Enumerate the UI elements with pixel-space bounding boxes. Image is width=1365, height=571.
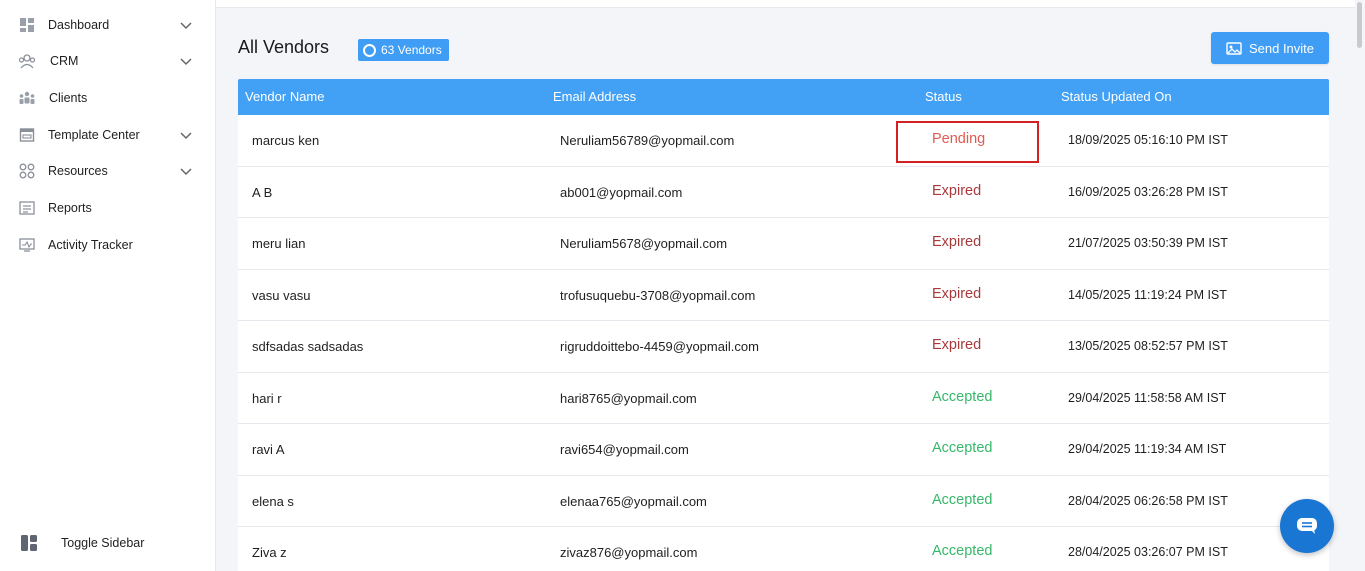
status-updated-on: 21/07/2025 03:50:39 PM IST: [1068, 236, 1228, 250]
status-updated-on: 13/05/2025 08:52:57 PM IST: [1068, 339, 1228, 353]
vendor-name: vasu vasu: [252, 287, 311, 303]
vendors-table: Vendor Name Email Address Status Status …: [238, 79, 1329, 571]
table-row[interactable]: meru lian Neruliam5678@yopmail.com Expired…: [238, 218, 1329, 270]
vendor-email: rigruddoittebo-4459@yopmail.com: [560, 339, 759, 354]
status-badge: Pending: [932, 131, 986, 147]
status-badge: Accepted: [932, 543, 993, 559]
status-updated-on: 28/04/2025 03:26:07 PM IST: [1068, 545, 1228, 559]
table-header: Vendor Name Email Address Status Status …: [238, 79, 1329, 115]
vendor-email: Neruliam5678@yopmail.com: [560, 236, 728, 251]
vendor-name: elena s: [252, 493, 294, 509]
vendor-count-label: 63 Vendors: [381, 43, 442, 57]
table-row[interactable]: sdfsadas sadsadas rigruddoittebo-4459@yop…: [238, 321, 1329, 373]
scrollbar-thumb[interactable]: [1357, 2, 1362, 48]
vendor-email: ravi654@yopmail.com: [560, 442, 689, 457]
vendor-name: A B: [252, 184, 273, 200]
status-badge: Accepted: [932, 440, 993, 456]
send-invite-button[interactable]: Send Invite: [1211, 32, 1329, 64]
status-updated-on: 18/09/2025 05:16:10 PM IST: [1068, 133, 1228, 147]
vendor-email: Neruliam56789@yopmail.com: [560, 133, 735, 148]
sidebar-item-label: CRM: [50, 54, 79, 68]
status-badge: Expired: [932, 182, 982, 199]
table-row[interactable]: vasu vasu trofusuquebu-3708@yopmail.com Ex…: [238, 269, 1329, 321]
table-row[interactable]: Ziva z zivaz876@yopmail.com Accepted 28/04/…: [238, 527, 1329, 571]
status-badge: Expired: [932, 234, 982, 250]
sidebar-item-resources[interactable]: Resources: [0, 153, 216, 189]
vendor-name: meru lian: [252, 236, 306, 251]
page-scrollbar[interactable]: [1355, 0, 1365, 571]
status-updated-on: 28/04/2025 06:26:58 PM IST: [1068, 493, 1228, 508]
chat-icon: [1297, 518, 1317, 534]
sidebar-item-activity-tracker[interactable]: Activity Tracker: [0, 227, 216, 263]
status-badge: Expired: [932, 337, 982, 353]
reports-icon: [18, 199, 36, 217]
vendor-email: trofusuquebu-3708@yopmail.com: [560, 287, 756, 303]
vendor-name: Ziva z: [252, 545, 287, 560]
sidebar-item-template-center[interactable]: Template Center: [0, 117, 216, 153]
chevron-down-icon: [180, 168, 192, 176]
table-row[interactable]: A B ab001@yopmail.com Expired 16/09/2025 03…: [238, 166, 1329, 218]
page-title: All Vendors: [238, 37, 330, 57]
sidebar-item-label: Resources: [48, 164, 108, 178]
status-badge: Accepted: [932, 491, 993, 508]
sidebar-item-label: Template Center: [48, 128, 140, 142]
sidebar-item-label: Reports: [48, 201, 92, 215]
send-invite-label: Send Invite: [1248, 40, 1315, 56]
table-row[interactable]: hari r hari8765@yopmail.com Accepted 29/04/…: [238, 372, 1329, 424]
sidebar-item-crm[interactable]: CRM: [0, 43, 216, 79]
sidebar-layout-icon: [21, 535, 37, 551]
vendor-email: elenaa765@yopmail.com: [560, 493, 707, 509]
table-body: marcus ken Neruliam56789@yopmail.com Pendi…: [238, 115, 1329, 571]
table-row[interactable]: marcus ken Neruliam56789@yopmail.com Pendi…: [238, 115, 1329, 167]
sidebar-item-clients[interactable]: Clients: [0, 80, 216, 116]
dashboard-icon: [18, 16, 36, 34]
image-icon: [1226, 41, 1242, 55]
chevron-down-icon: [180, 58, 192, 66]
resources-icon: [18, 162, 36, 180]
chat-button[interactable]: [1280, 499, 1334, 553]
table-row[interactable]: ravi A ravi654@yopmail.com Accepted 29/04/2…: [238, 424, 1329, 476]
column-header[interactable]: Vendor Name: [245, 89, 325, 104]
top-bar: [216, 0, 1365, 8]
sidebar-item-label: Clients: [49, 91, 88, 105]
column-header[interactable]: Status Updated On: [1061, 89, 1172, 104]
vendor-name: hari r: [252, 390, 282, 406]
status-updated-on: 29/04/2025 11:58:58 AM IST: [1068, 390, 1227, 405]
ring-icon: [363, 43, 376, 57]
clients-icon: [18, 89, 36, 107]
vendor-name: ravi A: [252, 442, 285, 457]
sidebar-item-dashboard[interactable]: Dashboard: [0, 7, 216, 43]
sidebar-item-label: Dashboard: [48, 18, 110, 32]
status-badge: Expired: [932, 285, 982, 302]
table-row[interactable]: elena s elenaa765@yopmail.com Accepted 28/0…: [238, 475, 1329, 527]
chevron-down-icon: [180, 132, 192, 140]
status-updated-on: 16/09/2025 03:26:28 PM IST: [1068, 184, 1228, 199]
status-updated-on: 29/04/2025 11:19:34 AM IST: [1068, 442, 1227, 456]
activity-icon: [18, 236, 36, 254]
crm-icon: [18, 52, 36, 70]
chevron-down-icon: [180, 22, 192, 30]
sidebar-item-label: Activity Tracker: [48, 238, 133, 252]
status-updated-on: 14/05/2025 11:19:24 PM IST: [1068, 287, 1227, 302]
toggle-sidebar-button[interactable]: Toggle Sidebar: [0, 525, 216, 561]
column-header[interactable]: Status: [925, 89, 962, 104]
sidebar: Dashboard CRM Clients Template Center Re…: [0, 0, 216, 571]
toggle-sidebar-label: Toggle Sidebar: [61, 536, 145, 550]
vendor-name: sdfsadas sadsadas: [252, 339, 364, 354]
vendor-email: zivaz876@yopmail.com: [560, 545, 698, 560]
sidebar-item-reports[interactable]: Reports: [0, 190, 216, 226]
column-header[interactable]: Email Address: [553, 89, 636, 104]
template-icon: [18, 126, 36, 144]
vendor-count-badge: 63 Vendors: [358, 39, 449, 61]
vendor-name: marcus ken: [252, 133, 320, 148]
status-badge: Accepted: [932, 388, 993, 405]
vendor-email: hari8765@yopmail.com: [560, 390, 697, 406]
vendor-email: ab001@yopmail.com: [560, 184, 683, 200]
